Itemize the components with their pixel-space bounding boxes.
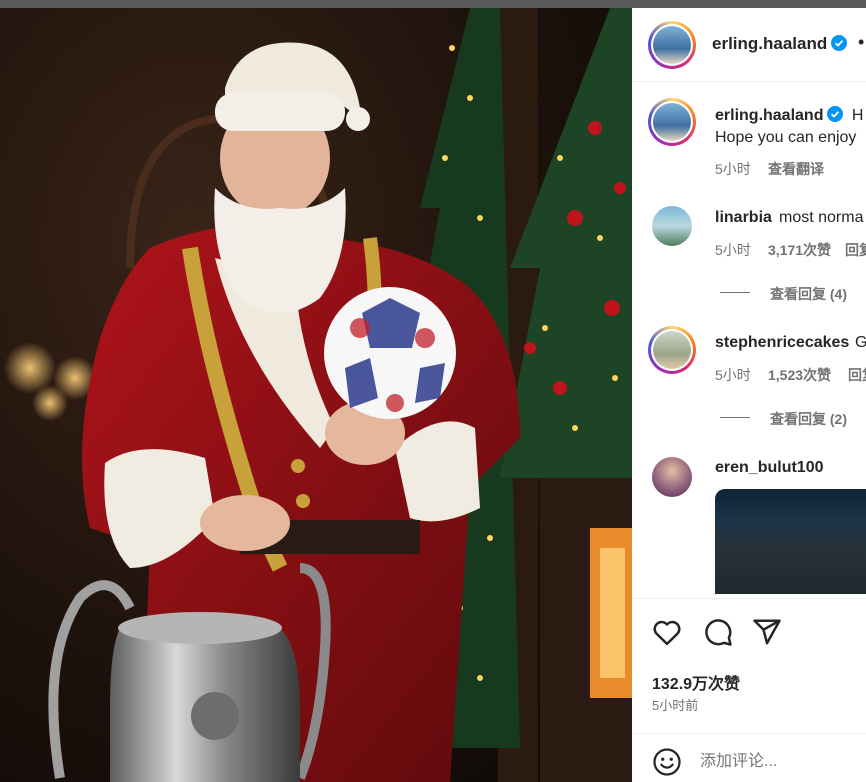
post-image[interactable] (0, 8, 632, 782)
comment-avatar[interactable] (652, 457, 692, 497)
comment-timestamp[interactable]: 5小时 (715, 240, 751, 260)
caption-username-link[interactable]: erling.haaland H (715, 106, 863, 125)
share-icon[interactable] (752, 617, 782, 647)
comment-input[interactable] (700, 749, 860, 775)
emoji-icon[interactable] (652, 747, 682, 777)
more-options-icon[interactable]: • (858, 32, 864, 53)
comment-avatar[interactable] (652, 206, 692, 246)
post-sidebar: erling.haaland • erling.haaland H Hope y… (632, 8, 866, 782)
comment-icon[interactable] (703, 617, 733, 647)
comment-username[interactable]: stephenricecakes (715, 334, 849, 352)
caption-timestamp[interactable]: 5小时 (715, 159, 751, 179)
comment-text: most norma (779, 209, 864, 226)
caption-avatar[interactable] (648, 98, 696, 146)
caption-text: Hope you can enjoy (715, 129, 857, 146)
author-username[interactable]: erling.haaland (712, 34, 827, 53)
view-replies-button[interactable]: 查看回复 (4) (770, 284, 847, 304)
comment-reply-button[interactable]: 回复 (848, 365, 866, 385)
comment-reply-button[interactable]: 回复 (845, 240, 866, 260)
comment-box-divider (632, 733, 866, 734)
comment-avatar[interactable] (648, 326, 696, 374)
window-top-bar (0, 0, 866, 8)
caption-username[interactable]: erling.haaland (715, 107, 823, 124)
posted-time[interactable]: 5小时前 (652, 695, 698, 714)
caption-text-start: H (851, 107, 864, 124)
heart-icon[interactable] (652, 618, 682, 646)
comment-timestamp[interactable]: 5小时 (715, 365, 751, 385)
verified-badge-icon (831, 35, 848, 51)
view-replies-button[interactable]: 查看回复 (2) (770, 409, 847, 429)
header-divider (632, 81, 866, 82)
see-translation-link[interactable]: 查看翻译 (768, 159, 824, 179)
like-count[interactable]: 132.9万次赞 (652, 670, 740, 694)
comment-username[interactable]: eren_bulut100 (715, 459, 823, 477)
replies-line (720, 417, 750, 418)
santa-photo-illustration (4, 8, 632, 782)
actions-divider (632, 598, 866, 599)
comment-like-count[interactable]: 3,171次赞 (768, 240, 831, 260)
replies-line (720, 292, 750, 293)
comment-username[interactable]: linarbia (715, 209, 772, 227)
comment-image[interactable] (715, 489, 866, 594)
author-username-link[interactable]: erling.haaland (712, 34, 848, 54)
comment-text: G (855, 334, 866, 351)
comment-like-count[interactable]: 1,523次赞 (768, 365, 831, 385)
verified-badge-icon (827, 106, 844, 122)
author-avatar[interactable] (648, 21, 696, 69)
